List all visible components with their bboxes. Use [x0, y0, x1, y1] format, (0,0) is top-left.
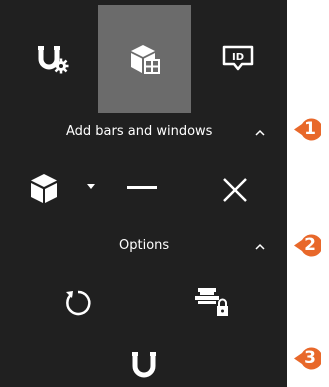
collapse-caret-icon[interactable] [255, 127, 265, 138]
tab-magnet-tools[interactable] [5, 5, 98, 113]
magnet-gear-icon [37, 46, 68, 74]
callout-number: 1 [304, 119, 316, 139]
svg-text:ID: ID [231, 52, 243, 63]
add-bar-button[interactable] [125, 178, 159, 198]
cube-window-icon [130, 45, 160, 74]
add-bar-cube-button[interactable] [26, 170, 62, 206]
tab-add-bars-windows[interactable] [98, 5, 191, 113]
lock-bar-button[interactable] [191, 285, 231, 321]
bar-icon [127, 186, 157, 189]
cube-dropdown-button[interactable] [84, 180, 98, 194]
section-header-options[interactable]: Options [119, 238, 169, 254]
reset-rotate-icon [66, 290, 91, 316]
callout-3: 3 [294, 345, 321, 372]
window-close-x-icon [223, 178, 247, 202]
magnet-snap-button[interactable] [126, 347, 162, 383]
lock-settings-icon [195, 288, 228, 316]
id-tag-icon: ID [222, 45, 253, 71]
dropdown-arrow-icon [87, 184, 95, 189]
reset-button[interactable] [60, 285, 96, 321]
callout-number: 2 [304, 235, 316, 255]
tab-id-tags[interactable]: ID [191, 5, 284, 113]
add-window-cross-button[interactable] [218, 173, 252, 207]
magnet-icon [132, 352, 156, 378]
callout-number: 3 [304, 348, 316, 368]
section-header-add-bars[interactable]: Add bars and windows [66, 124, 212, 140]
collapse-caret-icon[interactable] [255, 241, 265, 252]
cube-icon [31, 174, 57, 203]
callout-2: 2 [294, 232, 321, 259]
callout-1: 1 [294, 116, 321, 143]
side-panel: ID Add bars and windows Options [0, 0, 287, 387]
